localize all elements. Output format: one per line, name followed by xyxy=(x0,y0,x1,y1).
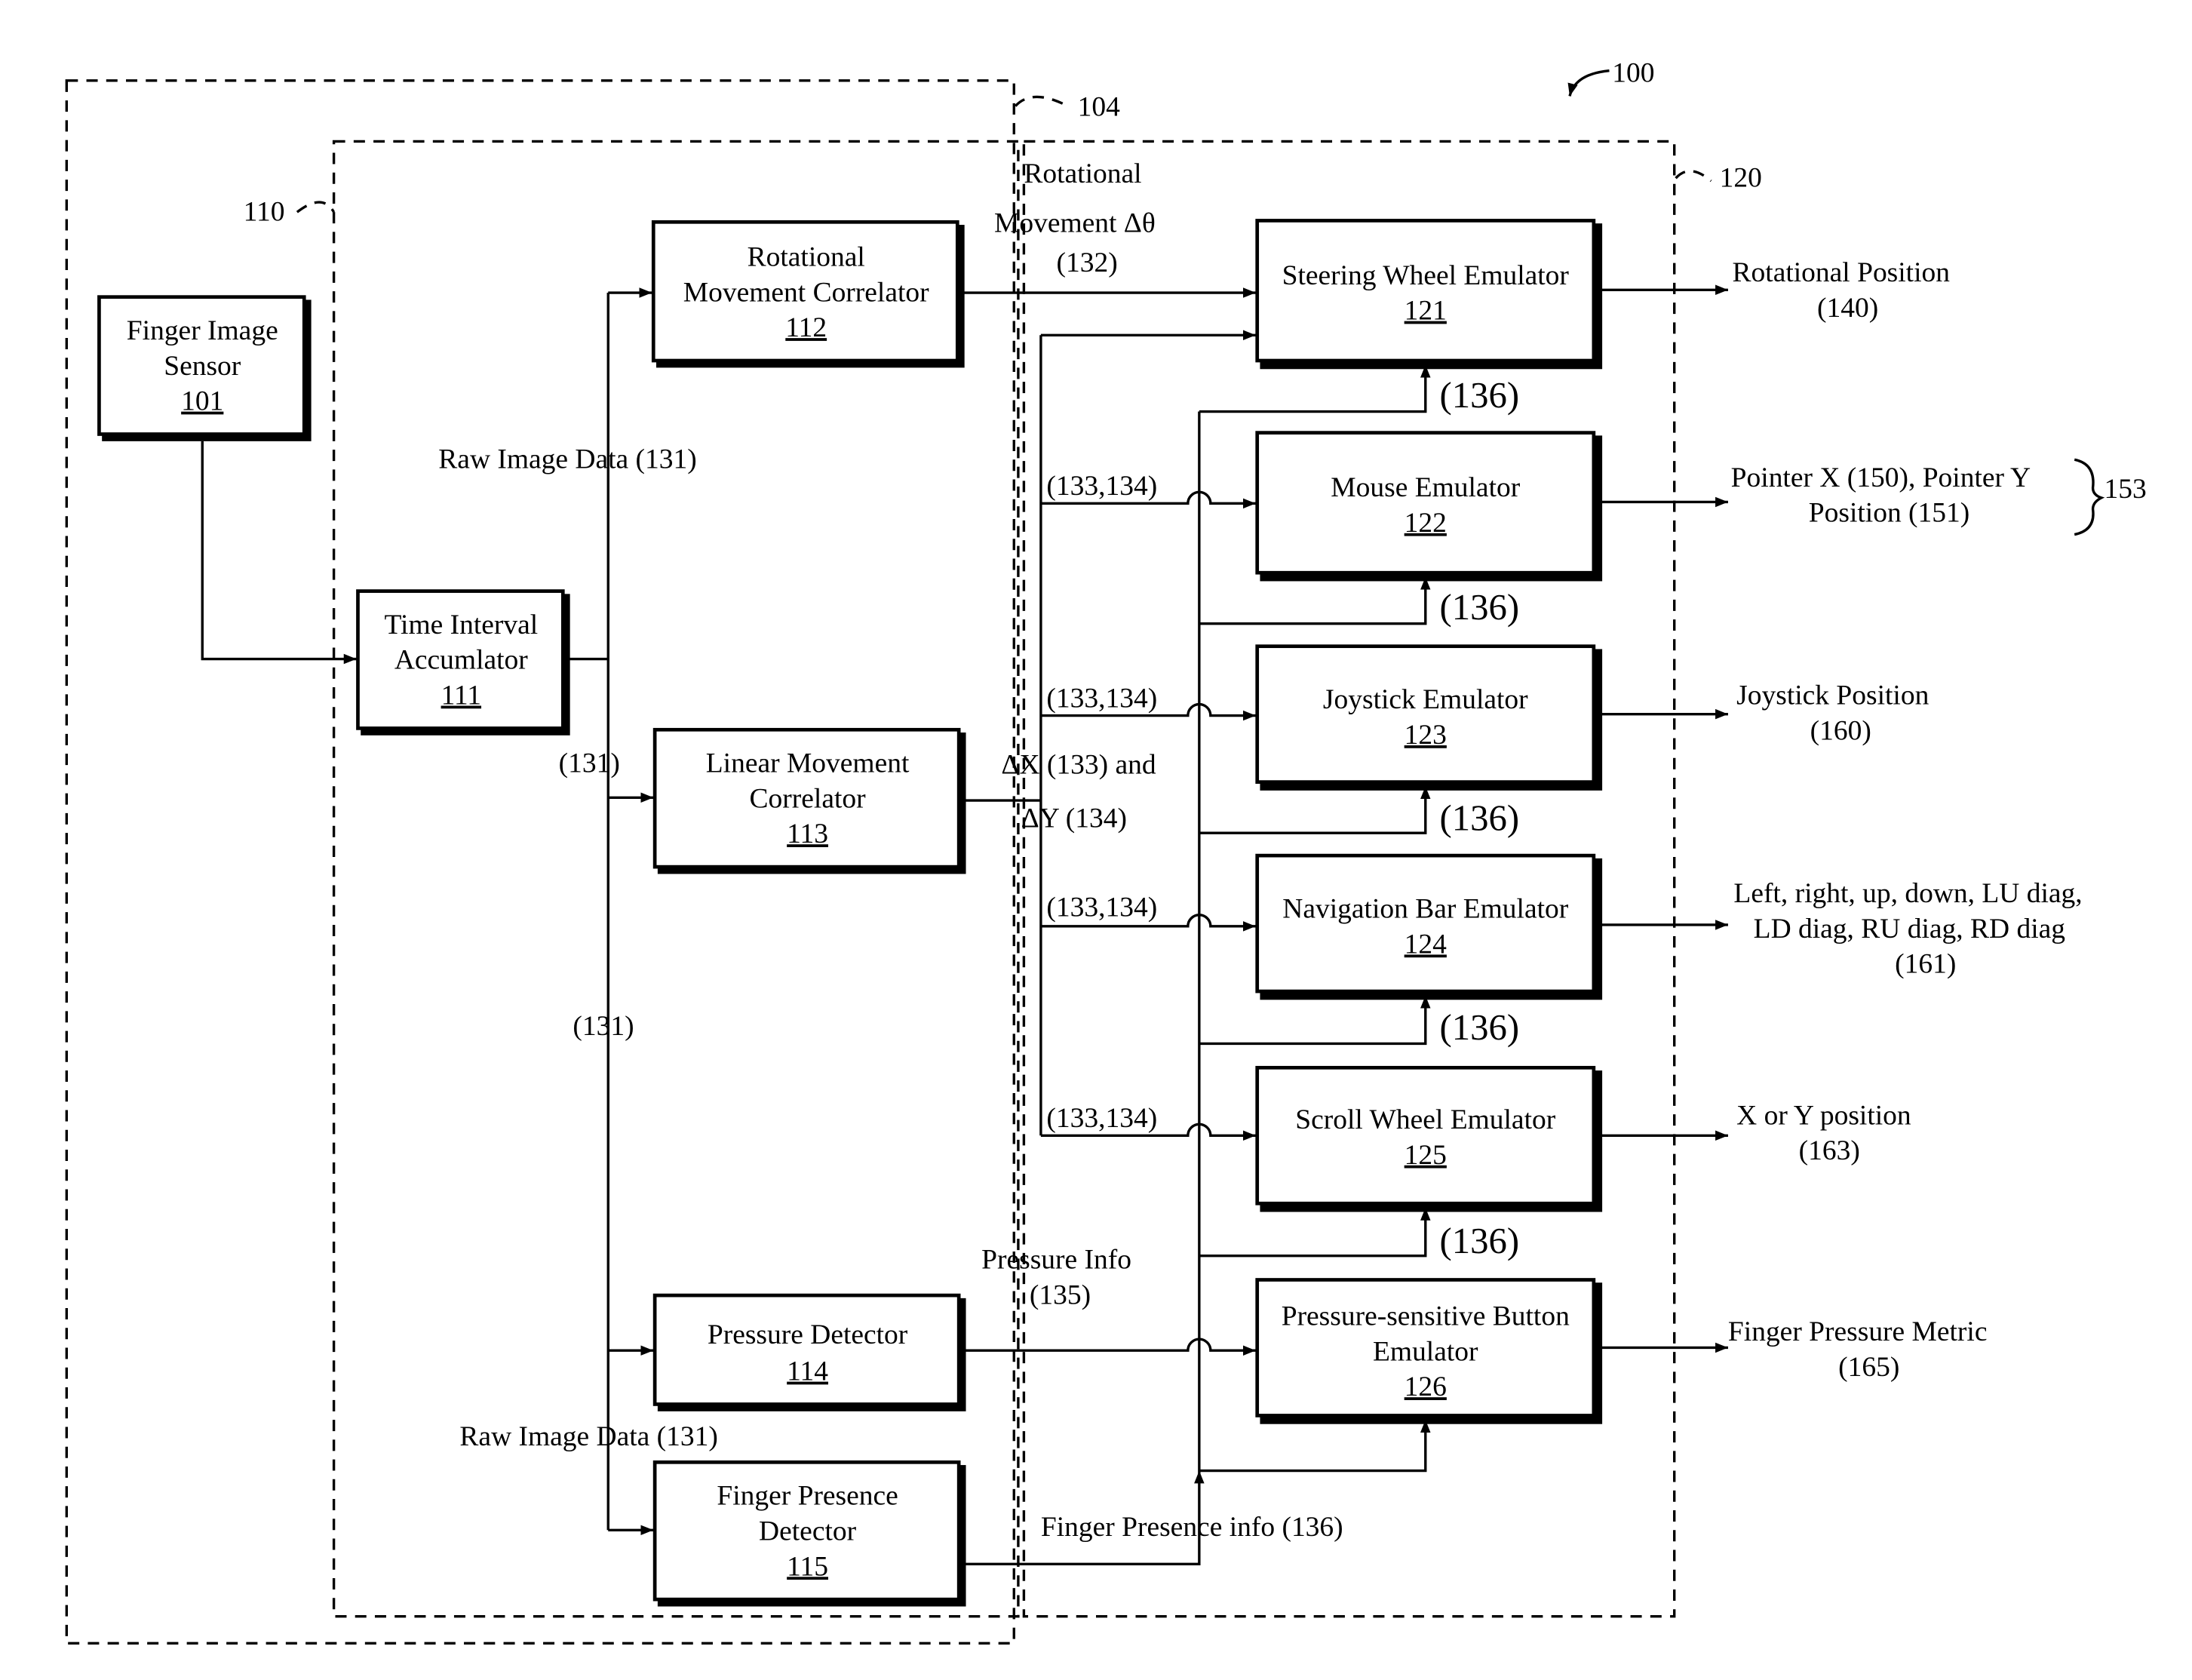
svg-text:Scroll Wheel Emulator: Scroll Wheel Emulator xyxy=(1295,1104,1555,1135)
finger-pressure-metric-num: (165) xyxy=(1838,1352,1899,1383)
rotational-position-label: Rotational Position xyxy=(1733,257,1951,288)
svg-text:Mouse Emulator: Mouse Emulator xyxy=(1331,472,1520,503)
pressure-info-label-2: (135) xyxy=(1030,1279,1091,1310)
svg-text:Accumlator: Accumlator xyxy=(394,645,528,676)
navbar-output-label-1: Left, right, up, down, LU diag, xyxy=(1733,878,2082,909)
lin-corr-to-xy-bus xyxy=(959,335,1042,1136)
svg-text:111: 111 xyxy=(441,680,481,711)
pointer-label-1: Pointer X (150), Pointer Y xyxy=(1731,462,2031,493)
xy-label-navbar: (133,134) xyxy=(1046,892,1157,923)
presence-to-scroll xyxy=(1199,1207,1431,1258)
svg-text:112: 112 xyxy=(785,312,827,343)
svg-text:115: 115 xyxy=(787,1551,828,1582)
svg-text:Navigation Bar Emulator: Navigation Bar Emulator xyxy=(1282,894,1568,925)
scroll-wheel-emulator-block: Scroll Wheel Emulator 125 xyxy=(1255,1065,1603,1212)
finger-pressure-metric-label: Finger Pressure Metric xyxy=(1728,1316,1988,1347)
rot-movement-label-2: Movement Δθ xyxy=(994,207,1156,238)
raw-image-data-label-bottom: Raw Image Data (131) xyxy=(459,1421,717,1452)
svg-text:121: 121 xyxy=(1405,296,1447,327)
ref-100: 100 xyxy=(1612,58,1654,89)
presence-to-navbar xyxy=(1199,995,1431,1046)
ref-104: 104 xyxy=(1078,92,1120,123)
ref-110: 110 xyxy=(244,196,285,227)
raw-image-data-label-top: Raw Image Data (131) xyxy=(438,444,696,475)
pressure-detector-block: Pressure Detector 114 xyxy=(652,1293,966,1411)
svg-text:Time Interval: Time Interval xyxy=(384,610,538,640)
svg-text:Linear Movement: Linear Movement xyxy=(706,748,910,779)
raw-data-bus xyxy=(563,293,609,1531)
svg-text:124: 124 xyxy=(1405,929,1447,960)
xy-label-mouse: (133,134) xyxy=(1046,471,1157,502)
presence-tag-mouse: (136) xyxy=(1440,587,1520,628)
finger-image-sensor-block: Finger Image Sensor 101 xyxy=(97,295,312,441)
presence-tag-joystick: (136) xyxy=(1440,797,1520,838)
svg-text:113: 113 xyxy=(787,819,828,849)
svg-text:Joystick Emulator: Joystick Emulator xyxy=(1323,684,1528,715)
mouse-emulator-block: Mouse Emulator 122 xyxy=(1255,431,1603,582)
navbar-output-label-3: (161) xyxy=(1895,949,1956,980)
rotational-position-num: (140) xyxy=(1817,293,1878,324)
scroll-output-label-1: X or Y position xyxy=(1736,1100,1911,1131)
raw-data-label-low: (131) xyxy=(573,1011,634,1042)
finger-presence-detector-block: Finger Presence Detector 115 xyxy=(652,1460,966,1607)
pressure-sensitive-button-emulator-block: Pressure-sensitive Button Emulator 126 xyxy=(1255,1278,1603,1424)
presence-tag-scroll: (136) xyxy=(1440,1221,1520,1261)
navigation-bar-emulator-block: Navigation Bar Emulator 124 xyxy=(1255,853,1603,1000)
svg-text:Rotational: Rotational xyxy=(748,241,865,272)
svg-text:Sensor: Sensor xyxy=(164,351,241,382)
presence-to-steering xyxy=(1199,364,1431,413)
joystick-emulator-block: Joystick Emulator 123 xyxy=(1255,644,1603,791)
svg-text:Pressure-sensitive Button: Pressure-sensitive Button xyxy=(1282,1301,1570,1331)
svg-text:Movement Correlator: Movement Correlator xyxy=(683,277,929,308)
svg-text:126: 126 xyxy=(1405,1371,1447,1402)
pointer-label-2: Position (151) xyxy=(1809,498,1969,529)
svg-text:Detector: Detector xyxy=(759,1516,857,1546)
steering-wheel-emulator-block: Steering Wheel Emulator 121 xyxy=(1255,219,1603,370)
svg-text:Correlator: Correlator xyxy=(750,783,867,814)
rotational-movement-correlator-block: Rotational Movement Correlator 112 xyxy=(651,220,965,368)
svg-text:Finger Presence: Finger Presence xyxy=(717,1481,898,1512)
ref-110-leader xyxy=(296,201,336,213)
presence-to-joystick xyxy=(1199,786,1431,834)
svg-text:101: 101 xyxy=(181,386,223,417)
ref-120-leader xyxy=(1675,170,1712,183)
raw-data-label-mid: (131) xyxy=(559,748,620,779)
svg-text:Pressure Detector: Pressure Detector xyxy=(708,1319,908,1350)
pressure-to-button xyxy=(959,1338,1256,1356)
svg-text:Emulator: Emulator xyxy=(1373,1336,1478,1367)
svg-text:Steering Wheel Emulator: Steering Wheel Emulator xyxy=(1282,260,1570,291)
joystick-position-num: (160) xyxy=(1810,715,1871,746)
presence-to-mouse xyxy=(1199,576,1431,625)
rot-movement-label-1: Rotational xyxy=(1024,158,1141,189)
xy-label-joystick: (133,134) xyxy=(1046,683,1157,714)
svg-text:Finger Image: Finger Image xyxy=(127,315,278,346)
linear-dx-label: ΔX (133) and xyxy=(1001,749,1156,780)
block-diagram: 100 104 110 120 Finger Image Sensor 101 … xyxy=(65,58,2147,1645)
finger-presence-info-label: Finger Presence info (136) xyxy=(1041,1512,1343,1543)
ref-104-leader xyxy=(1014,95,1069,108)
svg-text:114: 114 xyxy=(787,1356,828,1387)
xy-label-scroll: (133,134) xyxy=(1046,1103,1157,1134)
linear-movement-correlator-block: Linear Movement Correlator 113 xyxy=(652,727,966,874)
presence-to-button xyxy=(1199,1420,1431,1473)
presence-tag-navbar: (136) xyxy=(1440,1007,1520,1048)
svg-text:122: 122 xyxy=(1405,508,1447,539)
ref-100-arrow xyxy=(1567,69,1610,97)
pointer-group-153: 153 xyxy=(2105,474,2147,505)
svg-text:123: 123 xyxy=(1405,720,1447,751)
rot-movement-label-3: (132) xyxy=(1057,247,1118,278)
time-interval-accumulator-block: Time Interval Accumlator 111 xyxy=(356,589,570,736)
pressure-info-label-1: Pressure Info xyxy=(981,1244,1131,1275)
svg-text:125: 125 xyxy=(1405,1140,1447,1171)
pointer-group-brace xyxy=(2074,458,2105,536)
ref-120: 120 xyxy=(1720,162,1762,193)
scroll-output-label-2: (163) xyxy=(1799,1135,1860,1166)
linear-dy-label: ΔY (134) xyxy=(1021,803,1127,834)
navbar-output-label-2: LD diag, RU diag, RD diag xyxy=(1754,914,2066,944)
joystick-position-label: Joystick Position xyxy=(1736,680,1929,711)
presence-tag-steering: (136) xyxy=(1440,375,1520,416)
